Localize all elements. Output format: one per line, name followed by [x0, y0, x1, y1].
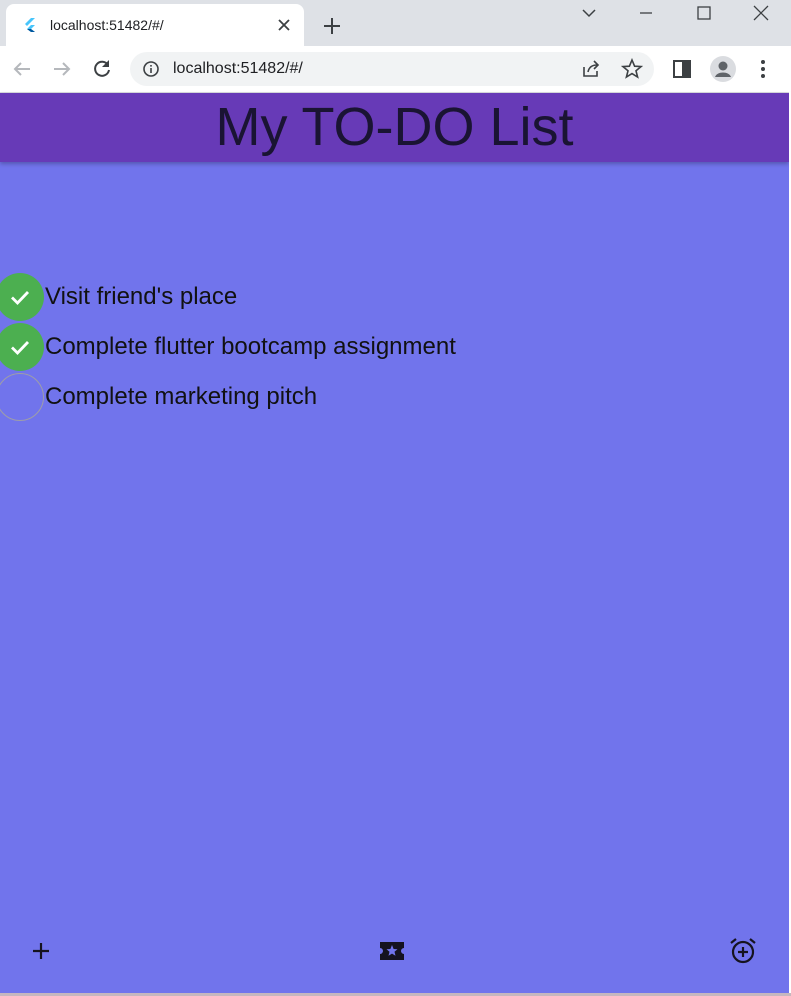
todo-item[interactable]: Complete flutter bootcamp assignment [0, 322, 600, 372]
todo-item[interactable]: Complete marketing pitch [0, 372, 600, 422]
flutter-logo-icon [22, 17, 38, 33]
browser-chrome: localhost:51482/#/ localhost:51482/#/ [0, 0, 791, 93]
window-close-icon[interactable] [733, 0, 789, 28]
maximize-icon[interactable] [676, 0, 732, 28]
side-panel-icon[interactable] [670, 57, 694, 81]
todo-app: My TO-DO List Visit friend's place Compl… [0, 93, 789, 996]
reload-icon[interactable] [90, 57, 114, 81]
todo-text: Complete flutter bootcamp assignment [45, 333, 456, 360]
todo-text: Complete marketing pitch [45, 383, 318, 410]
checked-circle-icon[interactable] [0, 273, 44, 321]
close-icon[interactable] [274, 15, 294, 35]
back-arrow-icon[interactable] [10, 57, 34, 81]
browser-tab[interactable]: localhost:51482/#/ [6, 4, 304, 46]
todo-text: Visit friend's place [45, 283, 238, 310]
unchecked-circle-icon[interactable] [0, 373, 44, 421]
kebab-menu-icon[interactable] [751, 57, 775, 81]
add-icon[interactable] [26, 936, 56, 966]
url-text[interactable]: localhost:51482/#/ [173, 60, 303, 78]
minimize-icon[interactable] [618, 0, 674, 28]
checked-circle-icon[interactable] [0, 323, 44, 371]
alarm-add-icon[interactable] [728, 936, 758, 966]
profile-avatar-icon[interactable] [709, 55, 737, 83]
page-title: My TO-DO List [215, 97, 574, 157]
info-icon[interactable] [142, 60, 160, 78]
forward-arrow-icon[interactable] [50, 57, 74, 81]
app-bar: My TO-DO List [0, 93, 789, 162]
address-bar[interactable]: localhost:51482/#/ [130, 52, 654, 86]
ticket-star-icon[interactable] [377, 936, 407, 966]
share-icon[interactable] [580, 58, 602, 80]
tab-search-chevron-down-icon[interactable] [561, 0, 617, 28]
browser-toolbar: localhost:51482/#/ [0, 46, 791, 93]
new-tab-plus-icon[interactable] [320, 14, 344, 38]
star-icon[interactable] [620, 57, 644, 80]
tab-strip: localhost:51482/#/ [0, 0, 791, 46]
todo-item[interactable]: Visit friend's place [0, 272, 600, 322]
tab-title: localhost:51482/#/ [50, 17, 164, 33]
